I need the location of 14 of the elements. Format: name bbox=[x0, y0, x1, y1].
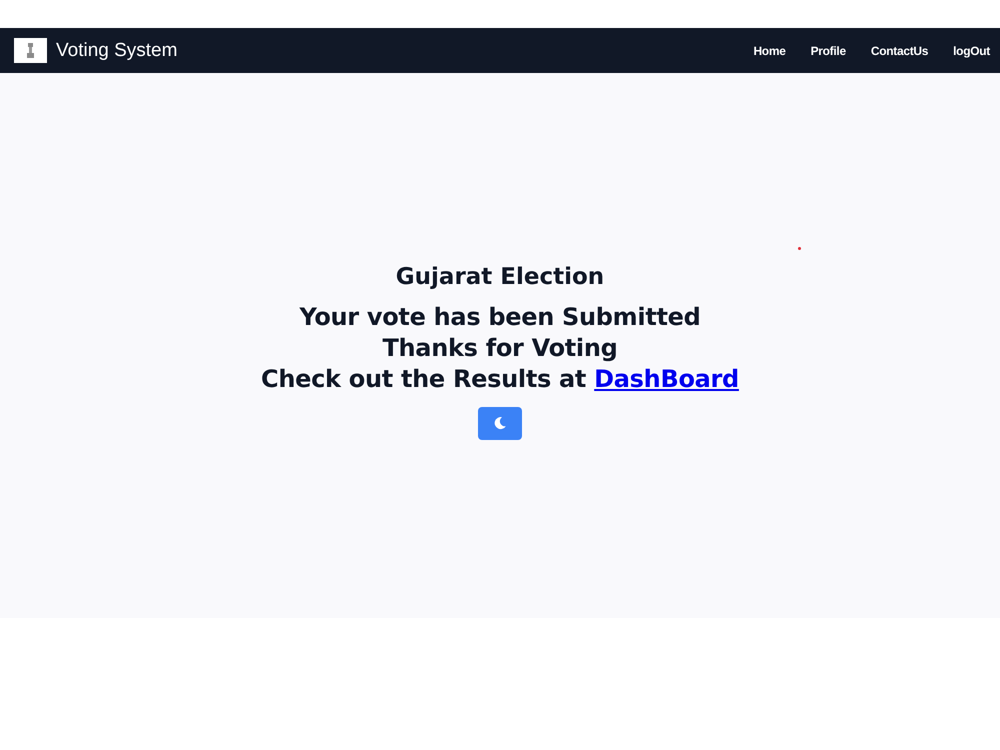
moon-icon bbox=[492, 416, 507, 430]
nav-link[interactable]: Profile bbox=[810, 44, 846, 58]
brand-title[interactable]: Voting System bbox=[56, 40, 178, 62]
election-heading: Gujarat Election bbox=[396, 262, 604, 292]
nav-link[interactable]: logOut bbox=[953, 44, 990, 58]
confirmation-text: Your vote has been Submitted bbox=[299, 302, 701, 332]
nav-link[interactable]: Home bbox=[753, 44, 786, 58]
emblem-icon bbox=[14, 38, 47, 63]
confirmation-text: Thanks for Voting bbox=[382, 332, 618, 364]
nav-link[interactable]: ContactUs bbox=[870, 44, 928, 58]
dashboard-link[interactable]: DashBoard bbox=[594, 364, 739, 392]
theme-toggle-button[interactable] bbox=[478, 406, 522, 440]
dot-icon bbox=[798, 247, 801, 250]
results-sentence: Check out the Results at DashBoard bbox=[261, 364, 739, 394]
